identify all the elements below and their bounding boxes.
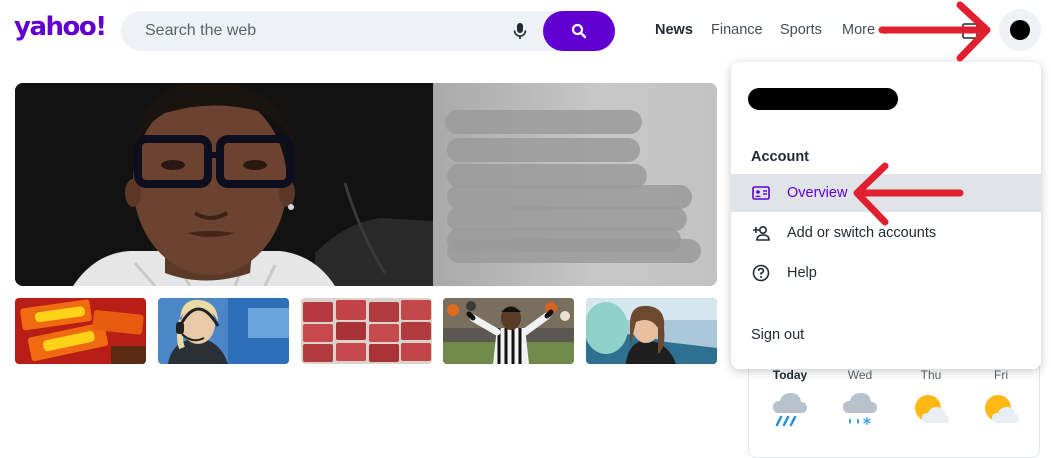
sleet-icon xyxy=(843,393,877,425)
thumbnail-image xyxy=(15,298,146,364)
menu-item-label: Add or switch accounts xyxy=(787,225,937,241)
thumbnail-story-4[interactable] xyxy=(443,298,574,364)
weather-day-fri: Fri xyxy=(994,368,1008,382)
redacted-username xyxy=(748,88,898,110)
nav-news[interactable]: News xyxy=(655,22,693,38)
weather-day-wed: Wed xyxy=(847,368,873,382)
nav-finance[interactable]: Finance xyxy=(711,22,763,38)
hero-story[interactable] xyxy=(15,83,717,286)
profile-button[interactable] xyxy=(999,9,1041,51)
thumbnail-story-2[interactable] xyxy=(158,298,289,364)
menu-item-overview[interactable]: Overview xyxy=(731,174,1041,212)
search-input[interactable] xyxy=(121,11,521,51)
thumbnail-image xyxy=(443,298,574,364)
mail-icon[interactable] xyxy=(962,22,978,40)
hero-image xyxy=(15,83,433,286)
partly-cloudy-icon xyxy=(985,395,1019,423)
thumbnail-story-3[interactable] xyxy=(301,298,432,364)
help-icon xyxy=(751,263,771,283)
account-menu: Account Overview Add or switch accounts xyxy=(731,62,1041,369)
hero-headline-blurred xyxy=(433,83,717,286)
thumbnail-story-5[interactable] xyxy=(586,298,717,364)
avatar xyxy=(1010,20,1030,40)
thumbnail-image xyxy=(158,298,289,364)
search-button[interactable] xyxy=(543,11,615,51)
nav-more[interactable]: More ⌄ xyxy=(842,22,891,38)
account-heading: Account xyxy=(751,149,809,165)
microphone-icon[interactable] xyxy=(510,21,530,41)
weather-day-today: Today xyxy=(772,368,808,382)
menu-item-label: Help xyxy=(787,265,817,281)
id-card-icon xyxy=(751,183,771,203)
add-user-icon xyxy=(751,223,771,243)
partly-cloudy-icon xyxy=(915,395,949,423)
menu-item-add-switch-accounts[interactable]: Add or switch accounts xyxy=(731,214,1041,252)
rain-icon xyxy=(773,393,807,427)
sign-out-link[interactable]: Sign out xyxy=(751,327,804,343)
thumbnail-image xyxy=(586,298,717,364)
search-icon xyxy=(571,23,587,39)
menu-item-label: Overview xyxy=(787,185,848,201)
search-bar xyxy=(121,11,615,51)
nav-sports[interactable]: Sports xyxy=(780,22,822,38)
yahoo-logo[interactable]: yahoo! xyxy=(14,12,107,42)
thumbnail-story-1[interactable] xyxy=(15,298,146,364)
weather-day-thu: Thu xyxy=(920,368,942,382)
thumbnail-image xyxy=(301,298,432,364)
menu-item-help[interactable]: Help xyxy=(731,254,1041,292)
